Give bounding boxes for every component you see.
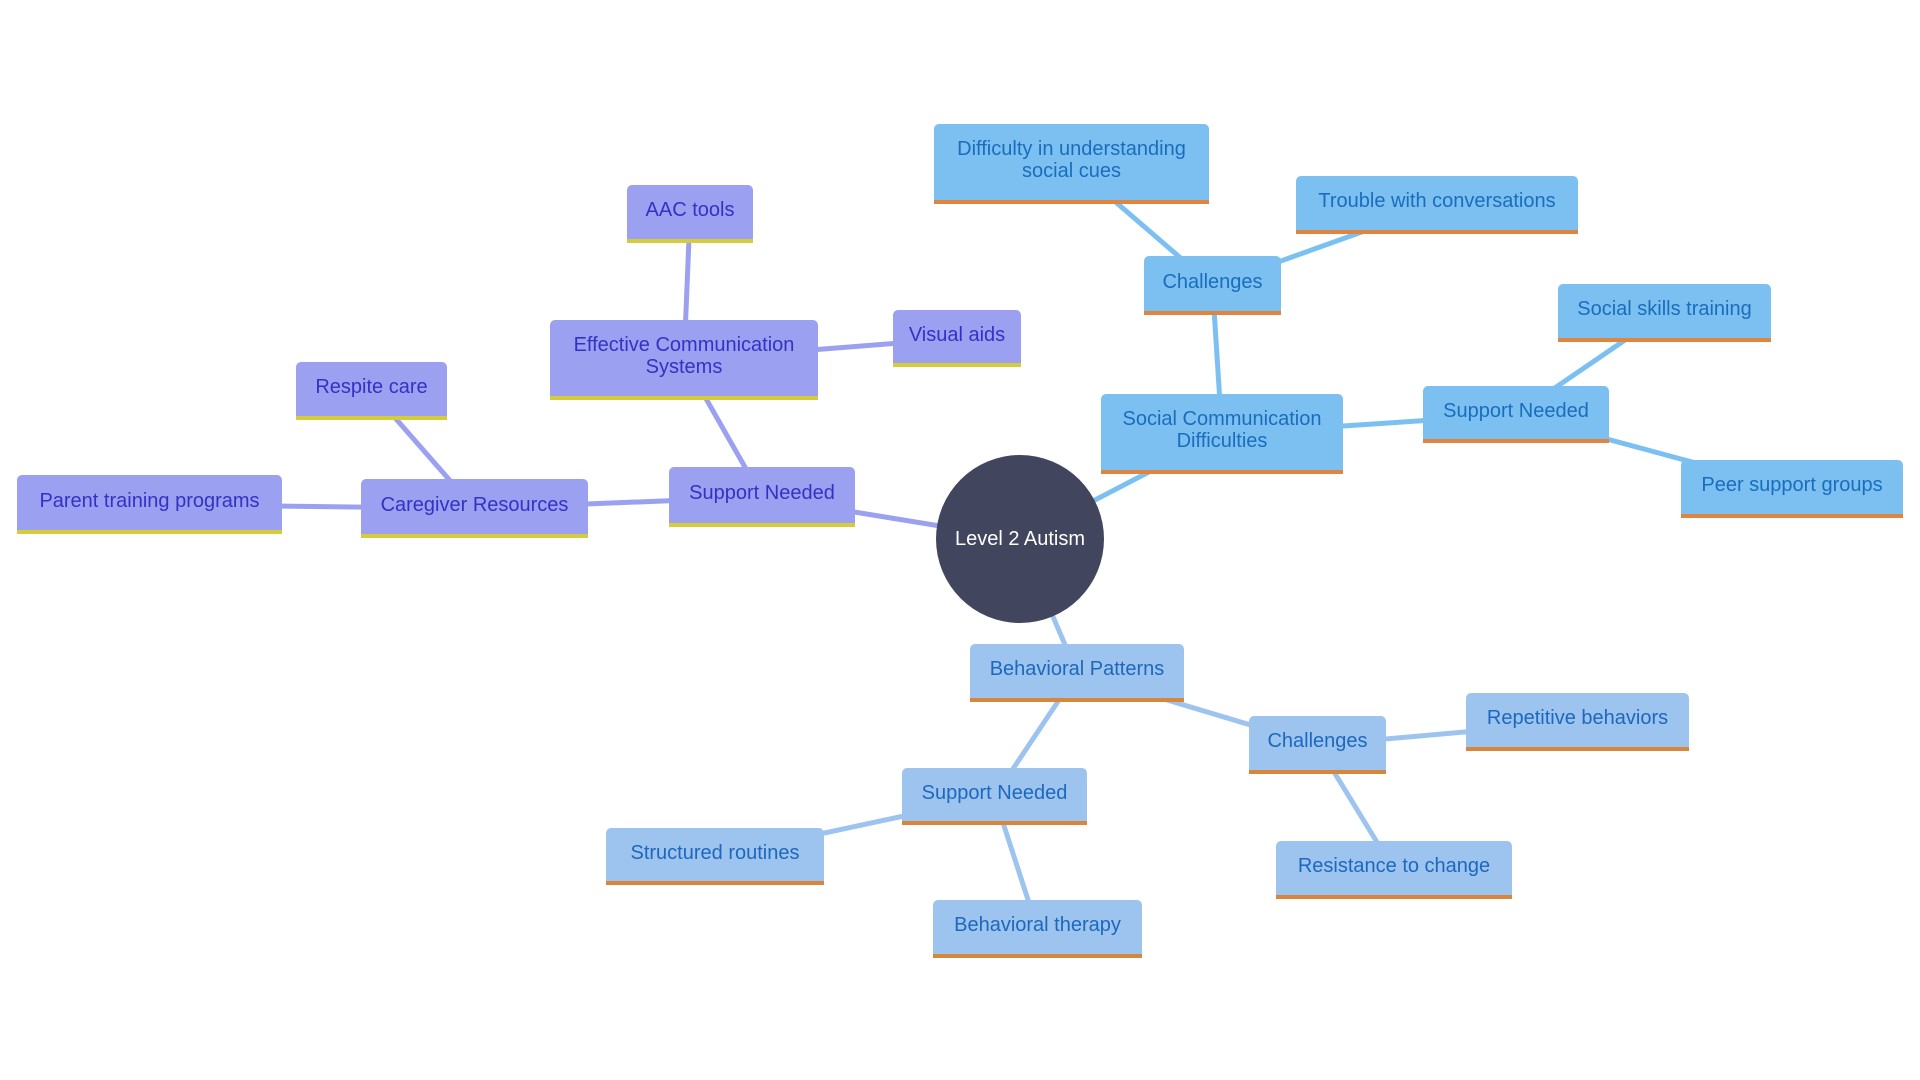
node-l-bp[interactable]: Behavioral Patterns — [970, 644, 1184, 702]
node-p-caregiver[interactable]: Caregiver Resources — [361, 479, 588, 538]
node-p-aac[interactable]: AAC tools — [627, 185, 753, 243]
node-b-peer[interactable]: Peer support groups — [1681, 460, 1903, 518]
node-p-ecs[interactable]: Effective Communication Systems — [550, 320, 818, 400]
node-l-challenges[interactable]: Challenges — [1249, 716, 1386, 774]
node-p-support[interactable]: Support Needed — [669, 467, 855, 527]
node-l-therapy[interactable]: Behavioral therapy — [933, 900, 1142, 958]
root-node[interactable]: Level 2 Autism — [936, 455, 1104, 623]
node-b-challenges[interactable]: Challenges — [1144, 256, 1281, 315]
node-l-support[interactable]: Support Needed — [902, 768, 1087, 825]
node-p-respite[interactable]: Respite care — [296, 362, 447, 420]
node-b-conv[interactable]: Trouble with conversations — [1296, 176, 1578, 234]
node-p-parent[interactable]: Parent training programs — [17, 475, 282, 534]
node-p-visual[interactable]: Visual aids — [893, 310, 1021, 367]
node-b-scd[interactable]: Social Communication Difficulties — [1101, 394, 1343, 474]
node-b-skills[interactable]: Social skills training — [1558, 284, 1771, 342]
node-l-routines[interactable]: Structured routines — [606, 828, 824, 885]
node-l-resistance[interactable]: Resistance to change — [1276, 841, 1512, 899]
node-b-support[interactable]: Support Needed — [1423, 386, 1609, 443]
node-b-cues[interactable]: Difficulty in understanding social cues — [934, 124, 1209, 204]
node-l-repetitive[interactable]: Repetitive behaviors — [1466, 693, 1689, 751]
